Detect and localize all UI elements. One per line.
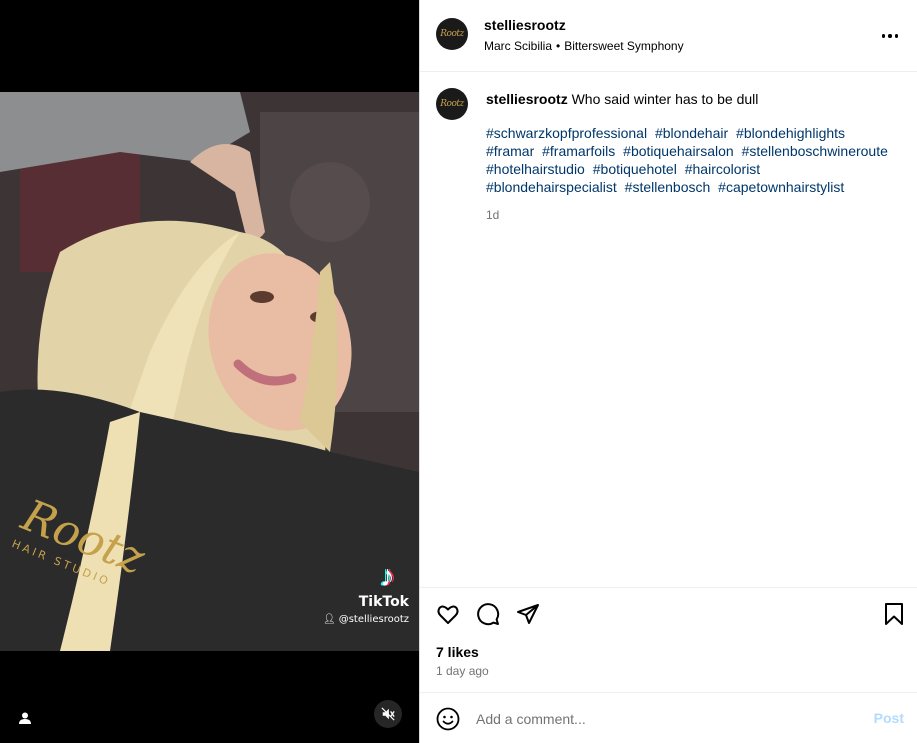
hashtag-link[interactable]: #botiquehotel <box>593 161 677 177</box>
user-tag-icon <box>19 712 31 724</box>
hashtag-link[interactable]: #haircolorist <box>685 161 760 177</box>
post-username[interactable]: stelliesrootz <box>484 17 566 33</box>
avatar[interactable]: Rootz <box>436 18 468 50</box>
share-button[interactable] <box>516 602 540 626</box>
audio-separator: • <box>556 39 561 53</box>
post-timestamp[interactable]: 1 day ago <box>436 664 489 678</box>
avatar-logo-text: Rootz <box>440 29 464 39</box>
audio-info[interactable]: Marc Scibilia • Bittersweet Symphony <box>484 39 684 53</box>
caption-timestamp[interactable]: 1d <box>486 206 896 224</box>
hashtag-link[interactable]: #blondehair <box>655 125 728 141</box>
user-tag-button[interactable] <box>14 707 36 729</box>
more-icon-dot <box>888 34 892 38</box>
post-actions: 7 likes 1 day ago <box>420 587 917 692</box>
video-player[interactable]: Rootz HAIR STUDIO ♪ TikTok 👤︎ @stelliesr… <box>0 92 419 651</box>
more-options-button[interactable] <box>878 26 902 46</box>
post-details-panel: Rootz stelliesrootz Marc Scibilia • Bitter… <box>419 0 917 743</box>
hashtag-link[interactable]: #stellenbosch <box>625 179 711 195</box>
like-button[interactable] <box>436 602 460 626</box>
hashtag-link[interactable]: #capetownhairstylist <box>718 179 844 195</box>
caption-avatar[interactable]: Rootz <box>436 88 468 120</box>
share-icon <box>517 604 539 624</box>
comment-input[interactable] <box>476 705 846 733</box>
hashtag-list: #schwarzkopfprofessional #blondehair #bl… <box>486 124 896 196</box>
audio-artist: Marc Scibilia <box>484 39 553 53</box>
tiktok-username: 👤︎ @stelliesrootz <box>323 614 409 625</box>
tiktok-user-handle: @stelliesrootz <box>338 614 409 625</box>
caption-avatar-logo-text: Rootz <box>440 99 464 109</box>
more-icon-dot <box>894 34 899 38</box>
save-button[interactable] <box>882 602 906 626</box>
more-icon <box>881 34 886 38</box>
mute-icon <box>381 707 395 721</box>
comment-button[interactable] <box>476 602 500 626</box>
tiktok-watermark: ♪ TikTok 👤︎ @stelliesrootz <box>323 560 409 626</box>
emoji-button[interactable] <box>436 707 460 731</box>
post-header: Rootz stelliesrootz Marc Scibilia • Bitter… <box>420 0 917 72</box>
hashtag-link[interactable]: #framarfoils <box>542 143 615 159</box>
caption-body: stelliesrootz Who said winter has to be … <box>486 90 896 224</box>
mute-button[interactable] <box>374 700 402 728</box>
heart-icon <box>437 605 459 624</box>
audio-track: Bittersweet Symphony <box>564 39 684 53</box>
hashtag-link[interactable]: #botiquehairsalon <box>623 143 734 159</box>
post-media[interactable]: Rootz HAIR STUDIO ♪ TikTok 👤︎ @stelliesr… <box>0 0 419 743</box>
hashtag-link[interactable]: #framar <box>486 143 534 159</box>
hashtag-link[interactable]: #blondehighlights <box>736 125 845 141</box>
like-count[interactable]: 7 likes <box>436 644 479 660</box>
caption-username[interactable]: stelliesrootz <box>486 91 568 107</box>
person-icon: 👤︎ <box>322 614 336 625</box>
tiktok-icon: ♪ <box>380 560 395 593</box>
comment-icon <box>477 603 500 626</box>
comment-bar: Post <box>420 692 917 743</box>
hashtag-link[interactable]: #schwarzkopfprofessional <box>486 125 647 141</box>
caption-text: Who said winter has to be dull <box>571 91 759 107</box>
hashtag-link[interactable]: #stellenboschwineroute <box>742 143 888 159</box>
bookmark-icon <box>885 603 903 625</box>
post-comment-button[interactable]: Post <box>874 710 904 726</box>
hashtag-link[interactable]: #hotelhairstudio <box>486 161 585 177</box>
action-icons <box>436 602 540 626</box>
emoji-icon <box>436 707 460 731</box>
tiktok-label: TikTok <box>358 594 409 610</box>
hashtag-link[interactable]: #blondehairspecialist <box>486 179 617 195</box>
